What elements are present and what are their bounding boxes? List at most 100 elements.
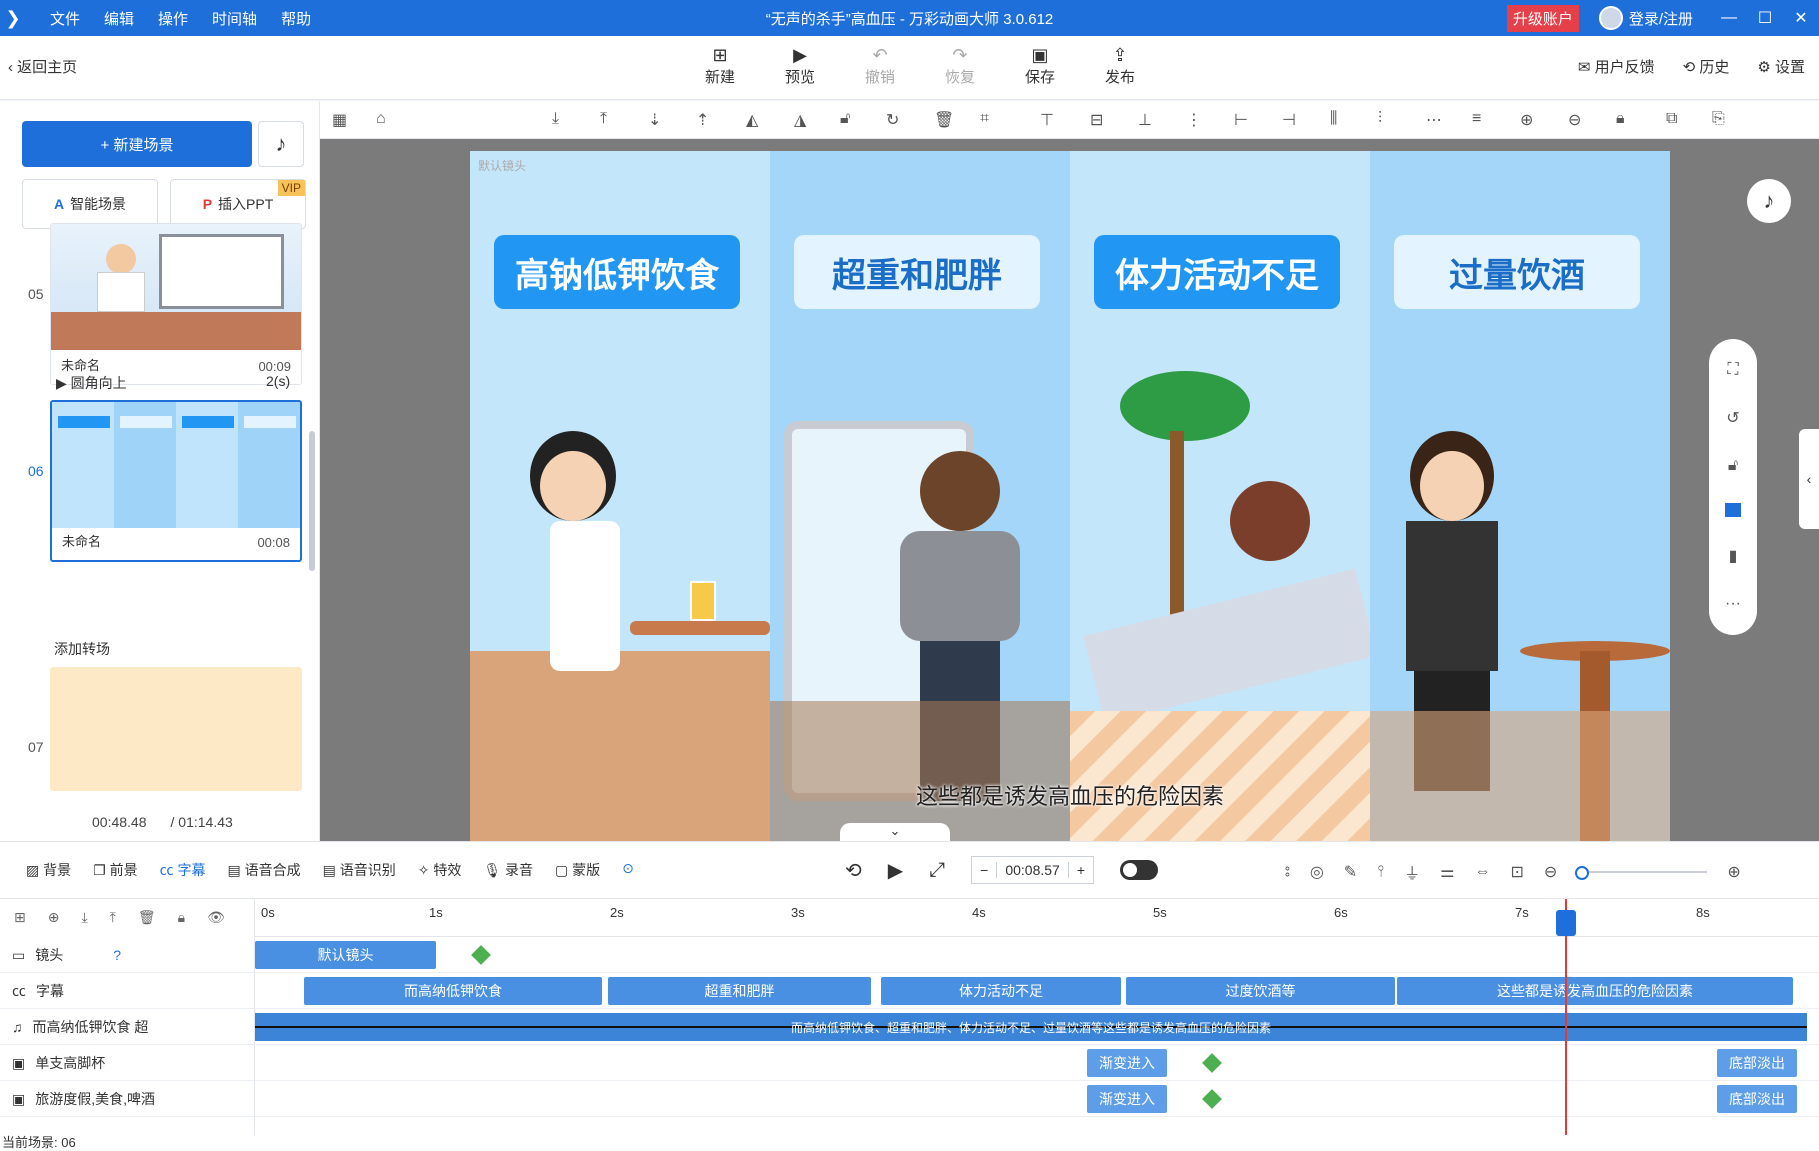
flip-v-icon[interactable]: ◮ [794,110,806,130]
banner-activity[interactable]: 体力活动不足 [1094,235,1340,309]
track-camera[interactable]: ▭ 镜头? 默认镜头 [0,937,1819,973]
copy-icon[interactable]: ⧉ [1666,110,1677,128]
menu-help[interactable]: 帮助 [269,8,323,29]
collapse-panel-icon[interactable]: ‹ [1799,429,1819,529]
more-icon[interactable]: ⊙ [622,860,634,880]
panel-diet[interactable]: 高钠低钾饮食 默认镜头 [470,151,770,841]
equalize-icon[interactable]: ≡ [1472,110,1481,128]
move-up-icon[interactable]: ⇡ [696,110,709,130]
space-h-icon[interactable]: ⋯ [1426,110,1442,130]
add-folder-icon[interactable]: ⊞ [14,909,26,926]
menu-operate[interactable]: 操作 [146,8,200,29]
move-down-icon[interactable]: ⇣ [648,110,661,130]
insert-ppt-button[interactable]: P 插入PPT VIP [170,179,306,229]
new-button[interactable]: ⊞ 新建 [680,44,760,87]
login-button[interactable]: 登录/注册 [1598,6,1693,30]
minimize-icon[interactable]: — [1711,9,1747,27]
panel-activity[interactable]: 体力活动不足 [1070,151,1370,841]
effect-clip[interactable]: 渐变进入 [1087,1049,1167,1077]
audio-waveform[interactable]: 而高纳低钾饮食、超重和肥胖、体力活动不足、过量饮酒等这些都是诱发高血压的危险因素 [255,1013,1807,1041]
keyframe-icon[interactable] [1202,1089,1222,1109]
banner-diet[interactable]: 高钠低钾饮食 [494,235,740,309]
toggle-switch[interactable] [1120,860,1159,880]
add-transition-button[interactable]: 添加转场 [54,639,110,659]
effects-tool[interactable]: ✧ 特效 [418,860,462,880]
banner-alcohol[interactable]: 过量饮酒 [1394,235,1640,309]
zoom-in-icon[interactable]: ⊕ [1520,110,1533,130]
play-icon[interactable]: ▶ [888,858,903,883]
add-track-icon[interactable]: ⊕ [48,909,60,926]
tts-tool[interactable]: ▤ 语音合成 [227,860,300,880]
paste-icon[interactable]: ⎘ [1712,110,1725,128]
fit-timeline-icon[interactable]: ⇔ [1475,863,1491,881]
track-object[interactable]: ▣ 旅游度假,美食,啤酒 渐变进入 底部淡出 [0,1081,1819,1117]
delete-icon[interactable]: 🗑︎ [934,110,954,130]
menu-edit[interactable]: 编辑 [92,8,146,29]
music-note-icon[interactable]: ♪ [1747,179,1791,223]
fullscreen-icon[interactable]: ⤢ [929,859,945,882]
subtitle-text[interactable]: 这些都是诱发高血压的危险因素 [470,779,1670,811]
new-scene-button[interactable]: + 新建场景 [22,121,252,167]
filter-icon[interactable]: ⏚ [1404,860,1420,884]
landscape-icon[interactable] [1725,503,1741,518]
replay-icon[interactable]: ⟲ [845,858,862,883]
speech-recognition-tool[interactable]: ▤ 语音识别 [323,860,396,880]
zoom-slider[interactable] [1575,866,1708,880]
increment-button[interactable]: + [1069,862,1093,878]
camera-mode-icon[interactable]: ⦂ [1285,863,1290,881]
portrait-icon[interactable]: ▮ [1729,546,1738,566]
keyframe-icon[interactable] [1202,1053,1222,1073]
time-ruler[interactable]: 0s 1s 2s 3s 4s 5s 6s 7s 8s [255,899,1819,937]
align-top-icon[interactable]: ⊤ [1040,110,1054,130]
fit-screen-icon[interactable]: ⛶ [1727,361,1738,379]
scene-scrollbar[interactable] [309,431,315,571]
camera-clip[interactable]: 默认镜头 [255,941,436,969]
align-center-icon[interactable]: ⫼ [1330,110,1337,128]
subtitle-clip[interactable]: 过度饮酒等 [1126,977,1395,1005]
transition-item[interactable]: ▶ 圆角向上 2(s) [56,373,290,393]
canvas-stage[interactable]: 高钠低钾饮食 默认镜头 超重和肥胖 体力活动不足 过量饮酒 这些都是诱发高血压的… [320,139,1819,841]
time-stepper[interactable]: − 00:08.57 + [971,856,1095,884]
playhead-handle[interactable] [1556,910,1576,936]
crop-icon[interactable]: ⌗ [980,110,989,128]
history-button[interactable]: ⟲ 历史 [1683,56,1730,77]
menu-timeline[interactable]: 时间轴 [200,8,269,29]
lock-canvas-icon[interactable]: 🔒︎ [1616,110,1625,128]
delete-icon[interactable]: 🗑︎ [138,909,156,926]
rotate-icon[interactable]: ↺ [1726,408,1739,428]
scene-card[interactable] [50,667,302,791]
menu-file[interactable]: 文件 [38,8,92,29]
track-subtitle[interactable]: ㏄字幕 而高纳低钾饮食 超重和肥胖 体力活动不足 过度饮酒等 这些都是诱发高血压… [0,973,1819,1009]
time-value[interactable]: 00:08.57 [996,862,1069,878]
move-top-icon[interactable]: ⤒ [600,110,607,128]
zoom-in-icon[interactable]: ⊕ [1727,862,1740,882]
more-icon[interactable]: ··· [1725,595,1741,613]
lock-icon[interactable]: 🔒︎ [178,909,185,926]
chevron-down-icon[interactable]: ⌄ [840,823,950,841]
subtitle-clip[interactable]: 超重和肥胖 [608,977,871,1005]
align-bottom-icon[interactable]: ⊥ [1138,110,1152,130]
move-bottom-icon[interactable]: ⤓ [552,110,559,128]
subtitle-clip[interactable]: 而高纳低钾饮食 [304,977,602,1005]
effect-clip[interactable]: 底部淡出 [1717,1085,1797,1113]
edit-icon[interactable]: ✎ [1344,862,1357,882]
close-icon[interactable]: ✕ [1783,8,1819,28]
ratio-icon[interactable]: ⊡ [1511,862,1524,882]
track-object[interactable]: ▣ 单支高脚杯 渐变进入 底部淡出 [0,1045,1819,1081]
undo-button[interactable]: ↶ 撤销 [840,44,920,87]
smart-scene-button[interactable]: A 智能场景 [22,179,158,229]
publish-button[interactable]: ⇪ 发布 [1080,44,1160,87]
background-tool[interactable]: ▨ 背景 [26,860,71,880]
music-note-icon[interactable]: ♪ [258,121,304,167]
foreground-tool[interactable]: ❐ 前景 [93,860,137,880]
banner-weight[interactable]: 超重和肥胖 [794,235,1040,309]
split-icon[interactable]: ⫯ [1377,863,1384,881]
align-middle-icon[interactable]: ⊟ [1090,110,1103,130]
subtitle-tool[interactable]: ㏄ 字幕 [160,860,206,880]
align-left-icon[interactable]: ⊢ [1234,110,1248,130]
subtitle-clip[interactable]: 这些都是诱发高血压的危险因素 [1397,977,1793,1005]
lock-icon[interactable]: 🔓︎ [1728,457,1738,475]
scene-frame[interactable]: 高钠低钾饮食 默认镜头 超重和肥胖 体力活动不足 过量饮酒 这些都是诱发高血压的… [470,151,1670,841]
ruler-icon[interactable]: ▦ [332,110,347,130]
visibility-icon[interactable]: 👁︎ [207,909,225,926]
